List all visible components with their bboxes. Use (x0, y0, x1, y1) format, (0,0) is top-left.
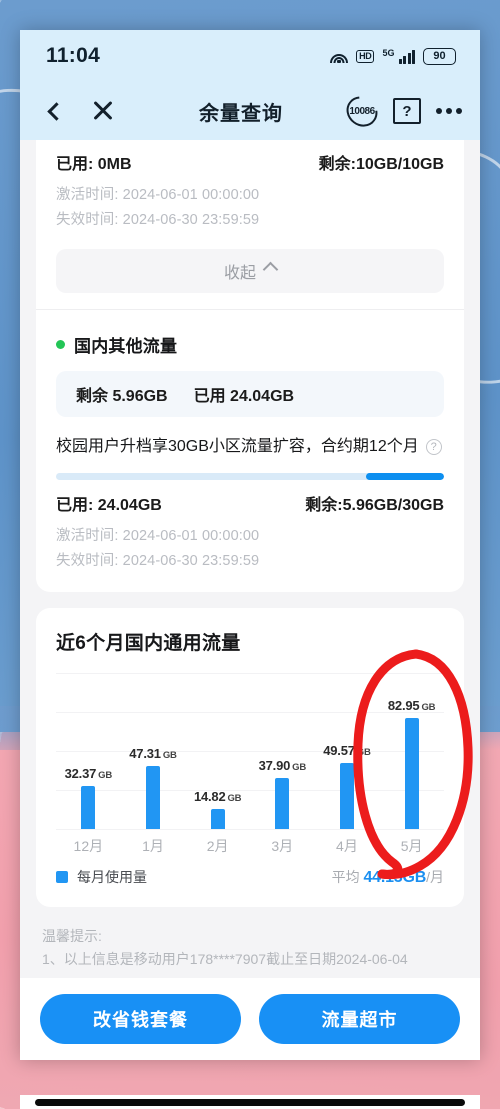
tips-section: 温馨提示: 1、以上信息是移动用户178****7907截止至日期2024-06… (20, 907, 480, 971)
battery-icon: 90 (423, 47, 456, 65)
chart-x-tick-label: 12月 (73, 838, 104, 855)
usage-progress-fill (366, 473, 444, 481)
refresh-ring-icon (340, 89, 384, 133)
app-header: 余量查询 10086 ? (20, 82, 480, 140)
package-card-top: 已用: 0MB 剩余:10GB/10GB 激活时间: 2024-06-01 00… (36, 140, 464, 593)
network-type-label: 5G (382, 47, 395, 58)
chart-average: 平均 44.15GB/月 (332, 867, 444, 887)
chart-bar-unit: GB (162, 749, 177, 761)
chart-bar-value-label: 49.57 GB (323, 742, 371, 758)
chart-bar-value-label: 82.95 GB (387, 697, 436, 713)
legend-swatch-icon (56, 871, 68, 884)
chart-bar (210, 809, 225, 830)
chart-bar-value-label: 14.82 GB (193, 789, 242, 805)
chart-bar-column: 37.90 GB (257, 673, 307, 830)
other-traffic-title: 国内其他流量 (74, 337, 178, 356)
chart-bar-column: 14.82 GB (193, 673, 243, 830)
other-used-label: 已用: 24.04GB (56, 497, 162, 515)
chevron-up-icon (262, 261, 279, 278)
hd-icon: HD (356, 49, 375, 63)
chart-x-axis: 12月 1月 2月 3月 4月 5月 (56, 829, 444, 863)
usage-progress-bar (56, 473, 444, 481)
chart-bar (81, 785, 96, 830)
chart-bar (145, 765, 160, 830)
signal-bars-icon (398, 49, 415, 64)
info-icon[interactable]: ? (425, 439, 442, 456)
data-market-button[interactable]: 流量超市 (259, 994, 460, 1044)
chip-remaining-label: 剩余 5.96GB (76, 388, 168, 405)
other-activate-time: 激活时间: 2024-06-01 00:00:00 (56, 528, 260, 545)
package-used-label: 已用: 0MB (56, 156, 132, 173)
bottom-action-bar: 改省钱套餐 流量超市 (20, 978, 480, 1060)
chart-bar-column: 82.95 GB (387, 673, 437, 830)
collapse-label: 收起 (223, 265, 256, 282)
status-icons: HD 5G 90 (329, 47, 456, 65)
close-icon (92, 100, 114, 122)
chart-bar-value-label: 32.37 GB (64, 765, 113, 781)
help-book-icon[interactable]: ? (393, 98, 421, 124)
chart-x-tick-label: 2月 (206, 838, 229, 855)
change-plan-button[interactable]: 改省钱套餐 (40, 994, 241, 1044)
package-usage-row: 已用: 0MB 剩余:10GB/10GB (56, 150, 444, 174)
phone-screen: 11:04 HD 5G 90 余量查询 10086 ? 已用: 0MB 剩余:1… (20, 30, 480, 1060)
average-suffix: /月 (426, 869, 444, 886)
signal-icon: 5G (382, 47, 415, 64)
scroll-content[interactable]: 已用: 0MB 剩余:10GB/10GB 激活时间: 2024-06-01 00… (20, 140, 480, 978)
other-traffic-summary-chip: 剩余 5.96GB 已用 24.04GB (56, 371, 444, 417)
wifi-icon (329, 49, 348, 64)
average-prefix: 平均 (331, 869, 360, 886)
package-remaining-label: 剩余:10GB/10GB (318, 156, 444, 173)
chart-x-tick-label: 3月 (271, 838, 294, 855)
back-chevron-icon (47, 101, 66, 121)
collapse-button[interactable]: 收起 (56, 249, 444, 293)
plan-description: 校园用户升档享30GB小区流量扩容，合约期12个月? (56, 435, 444, 459)
chart-bar-column: 47.31 GB (128, 673, 178, 830)
bar-chart: 32.37 GB 47.31 GB 14.82 GB 37.90 GB 49.57 GB 82.95… (56, 673, 444, 863)
other-traffic-header: 国内其他流量 (56, 310, 444, 357)
tips-line-1: 1、以上信息是移动用户178****7907截止至日期2024-06-04 (42, 951, 408, 968)
service-number-icon[interactable]: 10086 (340, 89, 384, 133)
status-clock: 11:04 (46, 44, 101, 67)
package-expire-time: 失效时间: 2024-06-30 23:59:59 (56, 212, 260, 228)
chart-legend-row: 每月使用量 平均 44.15GB/月 (56, 863, 444, 907)
average-value: 44.15GB (363, 869, 427, 887)
chart-bar-unit: GB (227, 793, 242, 805)
chart-bar (339, 762, 354, 830)
close-button[interactable] (76, 100, 130, 122)
plan-description-text: 校园用户升档享30GB小区流量扩容，合约期12个月 (56, 438, 419, 455)
chart-bars: 32.37 GB 47.31 GB 14.82 GB 37.90 GB 49.57 GB 82.95… (56, 673, 444, 830)
chart-title: 近6个月国内通用流量 (56, 633, 241, 655)
package-activate-time: 激活时间: 2024-06-01 00:00:00 (56, 187, 260, 203)
tips-heading: 温馨提示: (42, 928, 102, 945)
more-options-icon[interactable] (436, 108, 462, 114)
chip-used-label: 已用 24.04GB (193, 388, 295, 405)
chart-bar-unit: GB (356, 746, 371, 758)
other-remaining-label: 剩余:5.96GB/30GB (305, 497, 444, 515)
monthly-traffic-chart-card: 近6个月国内通用流量 32.37 GB 47.31 GB 14.82 GB 37.90 GB 4… (36, 608, 464, 908)
chart-bar-unit: GB (421, 701, 436, 713)
chart-legend: 每月使用量 (56, 867, 147, 887)
legend-label: 每月使用量 (77, 869, 147, 886)
other-traffic-usage-row: 已用: 24.04GB 剩余:5.96GB/30GB (56, 491, 444, 515)
chart-x-tick-label: 5月 (400, 838, 423, 855)
other-expire-time: 失效时间: 2024-06-30 23:59:59 (56, 553, 260, 570)
chart-bar-value-label: 37.90 GB (258, 758, 307, 774)
chart-bar (404, 717, 419, 830)
home-indicator (20, 1095, 480, 1109)
page-title: 余量查询 (199, 102, 283, 125)
chart-bar-unit: GB (98, 769, 113, 781)
chart-bar-unit: GB (292, 762, 306, 774)
chart-bar-value-label: 47.31 GB (129, 745, 177, 761)
chart-bar-column: 32.37 GB (63, 673, 113, 830)
back-button[interactable] (46, 101, 76, 121)
chart-bar (275, 778, 290, 830)
chart-x-tick-label: 1月 (142, 838, 164, 855)
status-dot-icon (56, 340, 65, 349)
chart-x-tick-label: 4月 (336, 838, 358, 855)
header-actions: 10086 ? (340, 89, 462, 133)
chart-bar-column: 49.57 GB (322, 673, 372, 830)
status-bar: 11:04 HD 5G 90 (20, 30, 480, 82)
